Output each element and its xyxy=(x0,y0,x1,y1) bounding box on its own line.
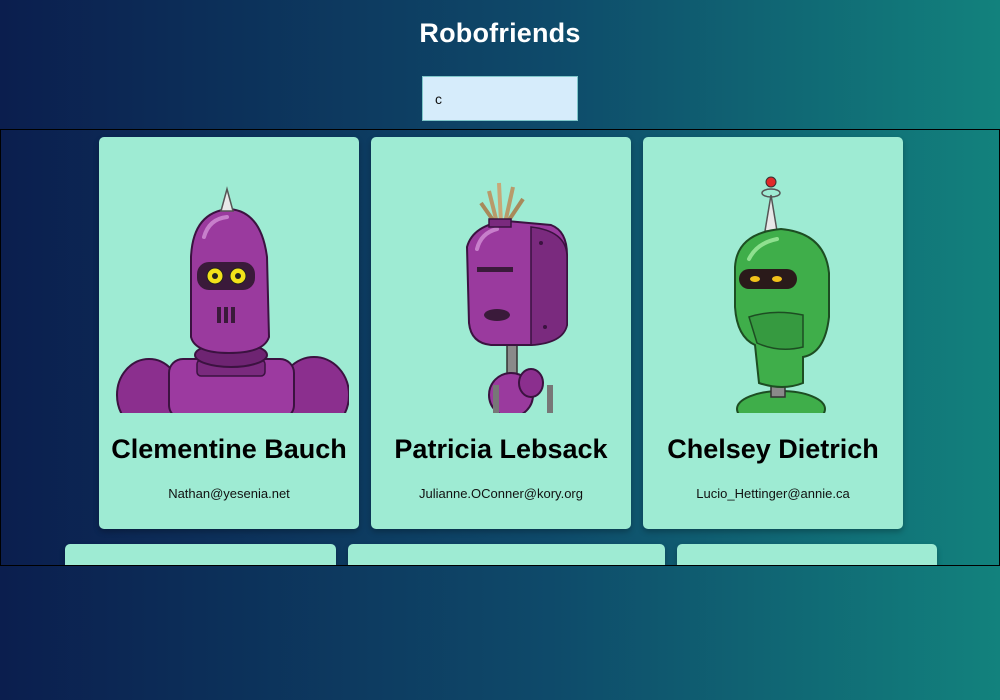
robot-card[interactable] xyxy=(348,544,665,565)
app-title: Robofriends xyxy=(419,18,581,48)
robot-card[interactable] xyxy=(65,544,336,565)
robot-image-chelsey xyxy=(734,176,830,413)
robot-card[interactable]: Patricia Lebsack Julianne.OConner@kory.o… xyxy=(371,137,631,529)
robot-email: Lucio_Hettinger@annie.ca xyxy=(696,486,850,501)
robot-card[interactable] xyxy=(677,544,937,565)
robot-name: Clementine Bauch xyxy=(111,434,347,464)
robot-avatar xyxy=(109,147,349,413)
robot-list-scroll-area[interactable]: Clementine Bauch Nathan@yesenia.net Patr… xyxy=(0,129,1000,566)
robot-image-patricia xyxy=(465,182,568,413)
robot-avatar xyxy=(653,147,893,413)
robot-email: Nathan@yesenia.net xyxy=(168,486,290,501)
robot-email: Julianne.OConner@kory.org xyxy=(419,486,583,501)
search-input[interactable] xyxy=(422,76,578,121)
robot-avatar xyxy=(381,147,621,413)
robot-name: Patricia Lebsack xyxy=(394,434,608,464)
robot-card[interactable]: Chelsey Dietrich Lucio_Hettinger@annie.c… xyxy=(643,137,903,529)
robot-image-clementine xyxy=(116,186,349,413)
robot-card[interactable]: Clementine Bauch Nathan@yesenia.net xyxy=(99,137,359,529)
robot-name: Chelsey Dietrich xyxy=(667,434,879,464)
